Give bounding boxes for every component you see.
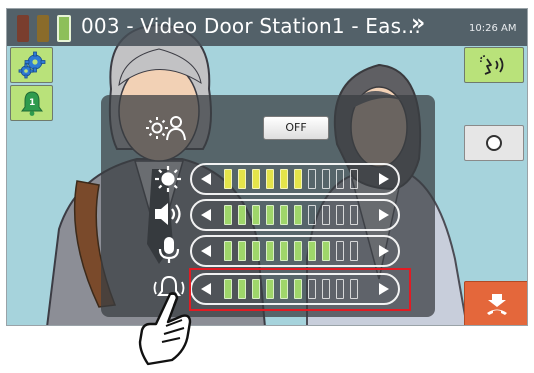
brightness-level-meter[interactable]: [224, 165, 364, 193]
status-bar: 003 - Video Door Station1 - Eas... » 10:…: [7, 9, 527, 46]
monitor-screen: 003 - Video Door Station1 - Eas... » 10:…: [6, 8, 528, 326]
brightness-decrease-button[interactable]: [192, 165, 220, 193]
gear-icon: [18, 51, 45, 79]
receive-volume-decrease-button[interactable]: [192, 201, 220, 229]
more-chevron-icon[interactable]: »: [411, 11, 425, 36]
level-segment: [224, 241, 232, 261]
level-segment: [224, 205, 232, 225]
level-segment: [280, 241, 288, 261]
arrow-left-icon: [201, 173, 211, 185]
receive-volume-control: [190, 199, 400, 231]
voice-talk-icon: [480, 55, 504, 75]
level-segment: [238, 241, 246, 261]
level-segment: [252, 169, 260, 189]
transmit-volume-decrease-button[interactable]: [192, 237, 220, 265]
level-segment: [308, 169, 316, 189]
arrow-right-icon: [379, 245, 389, 257]
level-segment: [308, 205, 316, 225]
microphone-icon: [158, 237, 180, 263]
level-segment: [266, 169, 274, 189]
level-segment: [308, 241, 316, 261]
level-segment: [336, 241, 344, 261]
record-button[interactable]: [464, 125, 524, 161]
transmit-volume-level-meter[interactable]: [224, 237, 364, 265]
clock-time: 10:26 AM: [469, 23, 517, 34]
receive-volume-level-meter[interactable]: [224, 201, 364, 229]
transmit-volume-control: [190, 235, 400, 267]
level-segment: [322, 169, 330, 189]
level-segment: [336, 169, 344, 189]
off-button[interactable]: OFF: [263, 116, 329, 140]
level-segment: [336, 205, 344, 225]
speaker-volume-icon: [155, 203, 181, 225]
arrow-left-icon: [201, 209, 211, 221]
arrow-left-icon: [201, 245, 211, 257]
level-segment: [224, 169, 232, 189]
notification-badge: 1: [29, 98, 36, 108]
signal-indicator-3: [57, 15, 71, 42]
arrow-right-icon: [379, 209, 389, 221]
level-segment: [280, 205, 288, 225]
level-segment: [266, 241, 274, 261]
level-segment: [294, 169, 302, 189]
talk-button[interactable]: [464, 47, 524, 83]
highlight-frame: [189, 268, 411, 311]
hang-up-icon: [486, 294, 507, 315]
tapping-hand-icon: [138, 292, 192, 366]
notification-button[interactable]: 1: [10, 85, 53, 121]
level-segment: [266, 205, 274, 225]
arrow-right-icon: [379, 173, 389, 185]
receive-volume-increase-button[interactable]: [370, 201, 398, 229]
brightness-control: [190, 163, 400, 195]
level-segment: [294, 241, 302, 261]
level-segment: [252, 241, 260, 261]
camera-auto-adjust-icon: [146, 116, 186, 141]
record-circle-icon: [486, 135, 502, 151]
level-segment: [322, 241, 330, 261]
level-segment: [350, 169, 358, 189]
level-segment: [294, 205, 302, 225]
signal-indicator-1: [17, 15, 29, 42]
level-segment: [238, 205, 246, 225]
brightness-increase-button[interactable]: [370, 165, 398, 193]
level-segment: [350, 241, 358, 261]
transmit-volume-increase-button[interactable]: [370, 237, 398, 265]
level-segment: [280, 169, 288, 189]
brightness-icon: [155, 166, 181, 192]
level-segment: [322, 205, 330, 225]
signal-indicator-2: [37, 15, 49, 42]
station-title: 003 - Video Door Station1 - Eas...: [81, 14, 421, 38]
level-segment: [252, 205, 260, 225]
level-segment: [238, 169, 246, 189]
settings-button[interactable]: [10, 47, 53, 83]
level-segment: [350, 205, 358, 225]
end-call-button[interactable]: [464, 281, 527, 325]
